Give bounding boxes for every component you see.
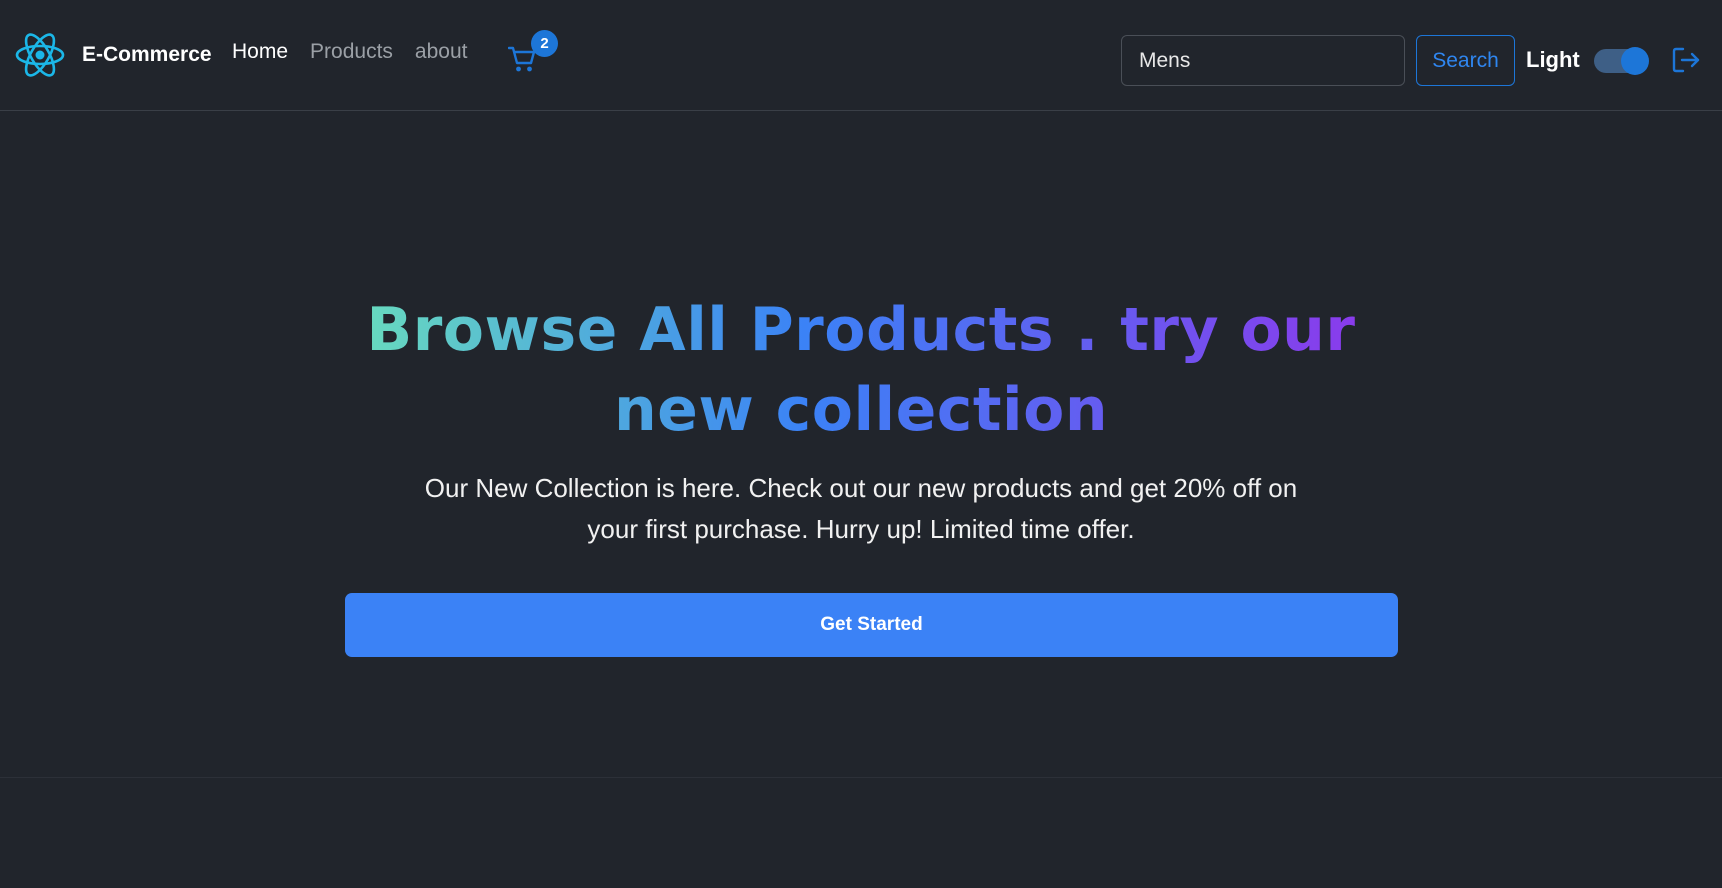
hero-section: Browse All Products . try our new collec… xyxy=(0,112,1722,778)
main-nav: Home Products about xyxy=(232,40,489,64)
nav-link-home[interactable]: Home xyxy=(232,40,288,64)
logout-icon xyxy=(1672,47,1700,73)
theme-toggle[interactable] xyxy=(1594,47,1649,75)
nav-link-about[interactable]: about xyxy=(415,40,468,64)
theme-label: Light xyxy=(1526,47,1580,72)
brand-link[interactable]: E-Commerce xyxy=(14,30,212,80)
get-started-button[interactable]: Get Started xyxy=(345,593,1398,657)
hero-description: Our New Collection is here. Check out ou… xyxy=(424,473,1298,544)
logout-button[interactable] xyxy=(1672,46,1700,74)
navbar: E-Commerce Home Products about 2 Search … xyxy=(0,0,1722,111)
search-button[interactable]: Search xyxy=(1416,35,1515,86)
search-input[interactable] xyxy=(1121,35,1405,86)
hero-title: Browse All Products . try our new collec… xyxy=(300,290,1422,450)
nav-link-products[interactable]: Products xyxy=(310,40,393,64)
cart-count-badge: 2 xyxy=(531,30,558,57)
brand-name: E-Commerce xyxy=(82,43,212,66)
toggle-knob xyxy=(1621,47,1649,75)
react-atom-icon xyxy=(15,33,65,77)
